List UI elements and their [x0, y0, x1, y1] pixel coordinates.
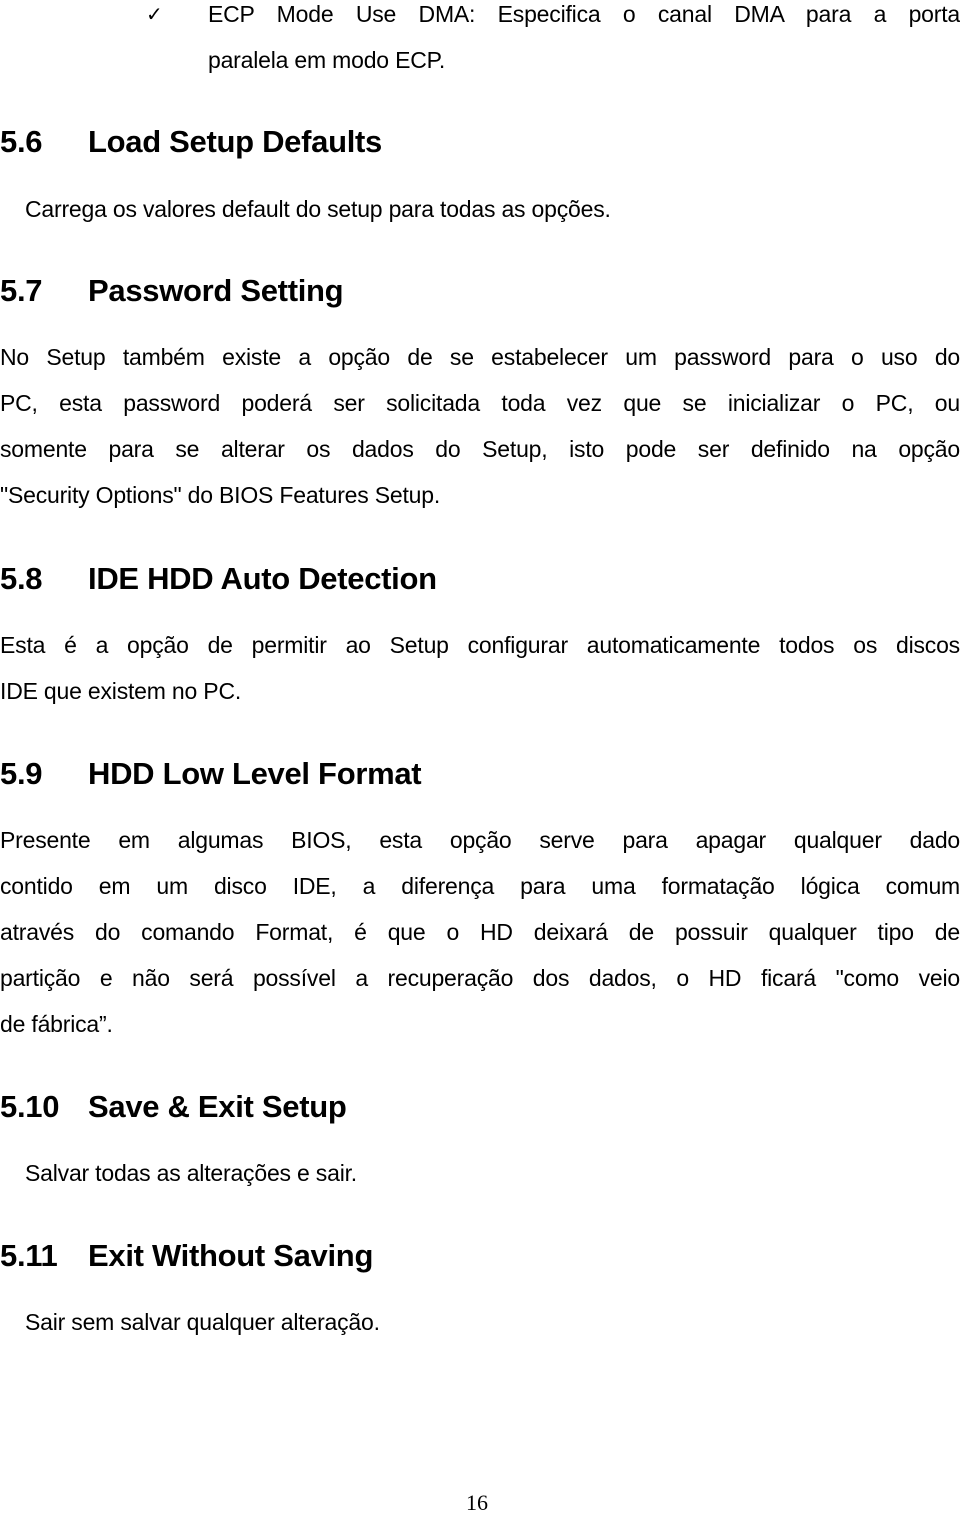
paragraph-line: através do comando Format, é que o HD de…	[0, 919, 960, 945]
section-title: IDE HDD Auto Detection	[88, 561, 437, 596]
section-heading: 5.11 Exit Without Saving	[0, 1236, 373, 1276]
paragraph-line: PC, esta password poderá ser solicitada …	[0, 390, 960, 416]
section-paragraph: Sair sem salvar qualquer alteração.	[25, 1309, 380, 1335]
paragraph-line: IDE que existem no PC.	[0, 678, 242, 704]
paragraph-line: "Security Options" do BIOS Features Setu…	[0, 482, 441, 508]
paragraph-line: Presente em algumas BIOS, esta opção ser…	[0, 827, 960, 853]
paragraph-line: No Setup também existe a opção de se est…	[0, 344, 960, 370]
section-paragraph: Esta é a opção de permitir ao Setup conf…	[0, 622, 960, 714]
section-paragraph: Presente em algumas BIOS, esta opção ser…	[0, 817, 960, 1047]
section-title: Save & Exit Setup	[88, 1089, 347, 1124]
section-number: 5.8	[0, 561, 43, 596]
section-number: 5.11	[0, 1238, 58, 1273]
section-number: 5.7	[0, 273, 43, 308]
bullet-line: paralela em modo ECP.	[208, 47, 446, 73]
bullet-line: ECP Mode Use DMA: Especifica o canal DMA…	[208, 1, 960, 27]
section-paragraph: No Setup também existe a opção de se est…	[0, 334, 960, 518]
section-heading: 5.9 HDD Low Level Format	[0, 754, 422, 794]
section-number: 5.10	[0, 1089, 60, 1124]
section-title: Load Setup Defaults	[88, 124, 382, 159]
paragraph-line: partição e não será possível a recuperaç…	[0, 965, 960, 991]
paragraph-line: contido em um disco IDE, a diferença par…	[0, 873, 960, 899]
paragraph-line: somente para se alterar os dados do Setu…	[0, 436, 960, 462]
section-heading: 5.7 Password Setting	[0, 271, 344, 311]
section-title: Password Setting	[88, 273, 344, 308]
section-heading: 5.8 IDE HDD Auto Detection	[0, 559, 437, 599]
section-paragraph: Salvar todas as alterações e sair.	[25, 1160, 357, 1186]
section-heading: 5.10 Save & Exit Setup	[0, 1087, 347, 1127]
section-paragraph: Carrega os valores default do setup para…	[25, 196, 611, 222]
bullet-text: ECP Mode Use DMA: Especifica o canal DMA…	[208, 0, 960, 83]
checkmark-icon: ✓	[146, 2, 163, 26]
section-title: HDD Low Level Format	[88, 756, 422, 791]
paragraph-line: Esta é a opção de permitir ao Setup conf…	[0, 632, 960, 658]
section-heading: 5.6 Load Setup Defaults	[0, 122, 382, 162]
section-title: Exit Without Saving	[88, 1238, 374, 1273]
section-number: 5.6	[0, 124, 43, 159]
paragraph-line: de fábrica”.	[0, 1011, 113, 1037]
section-number: 5.9	[0, 756, 43, 791]
page-number: 16	[466, 1490, 488, 1515]
